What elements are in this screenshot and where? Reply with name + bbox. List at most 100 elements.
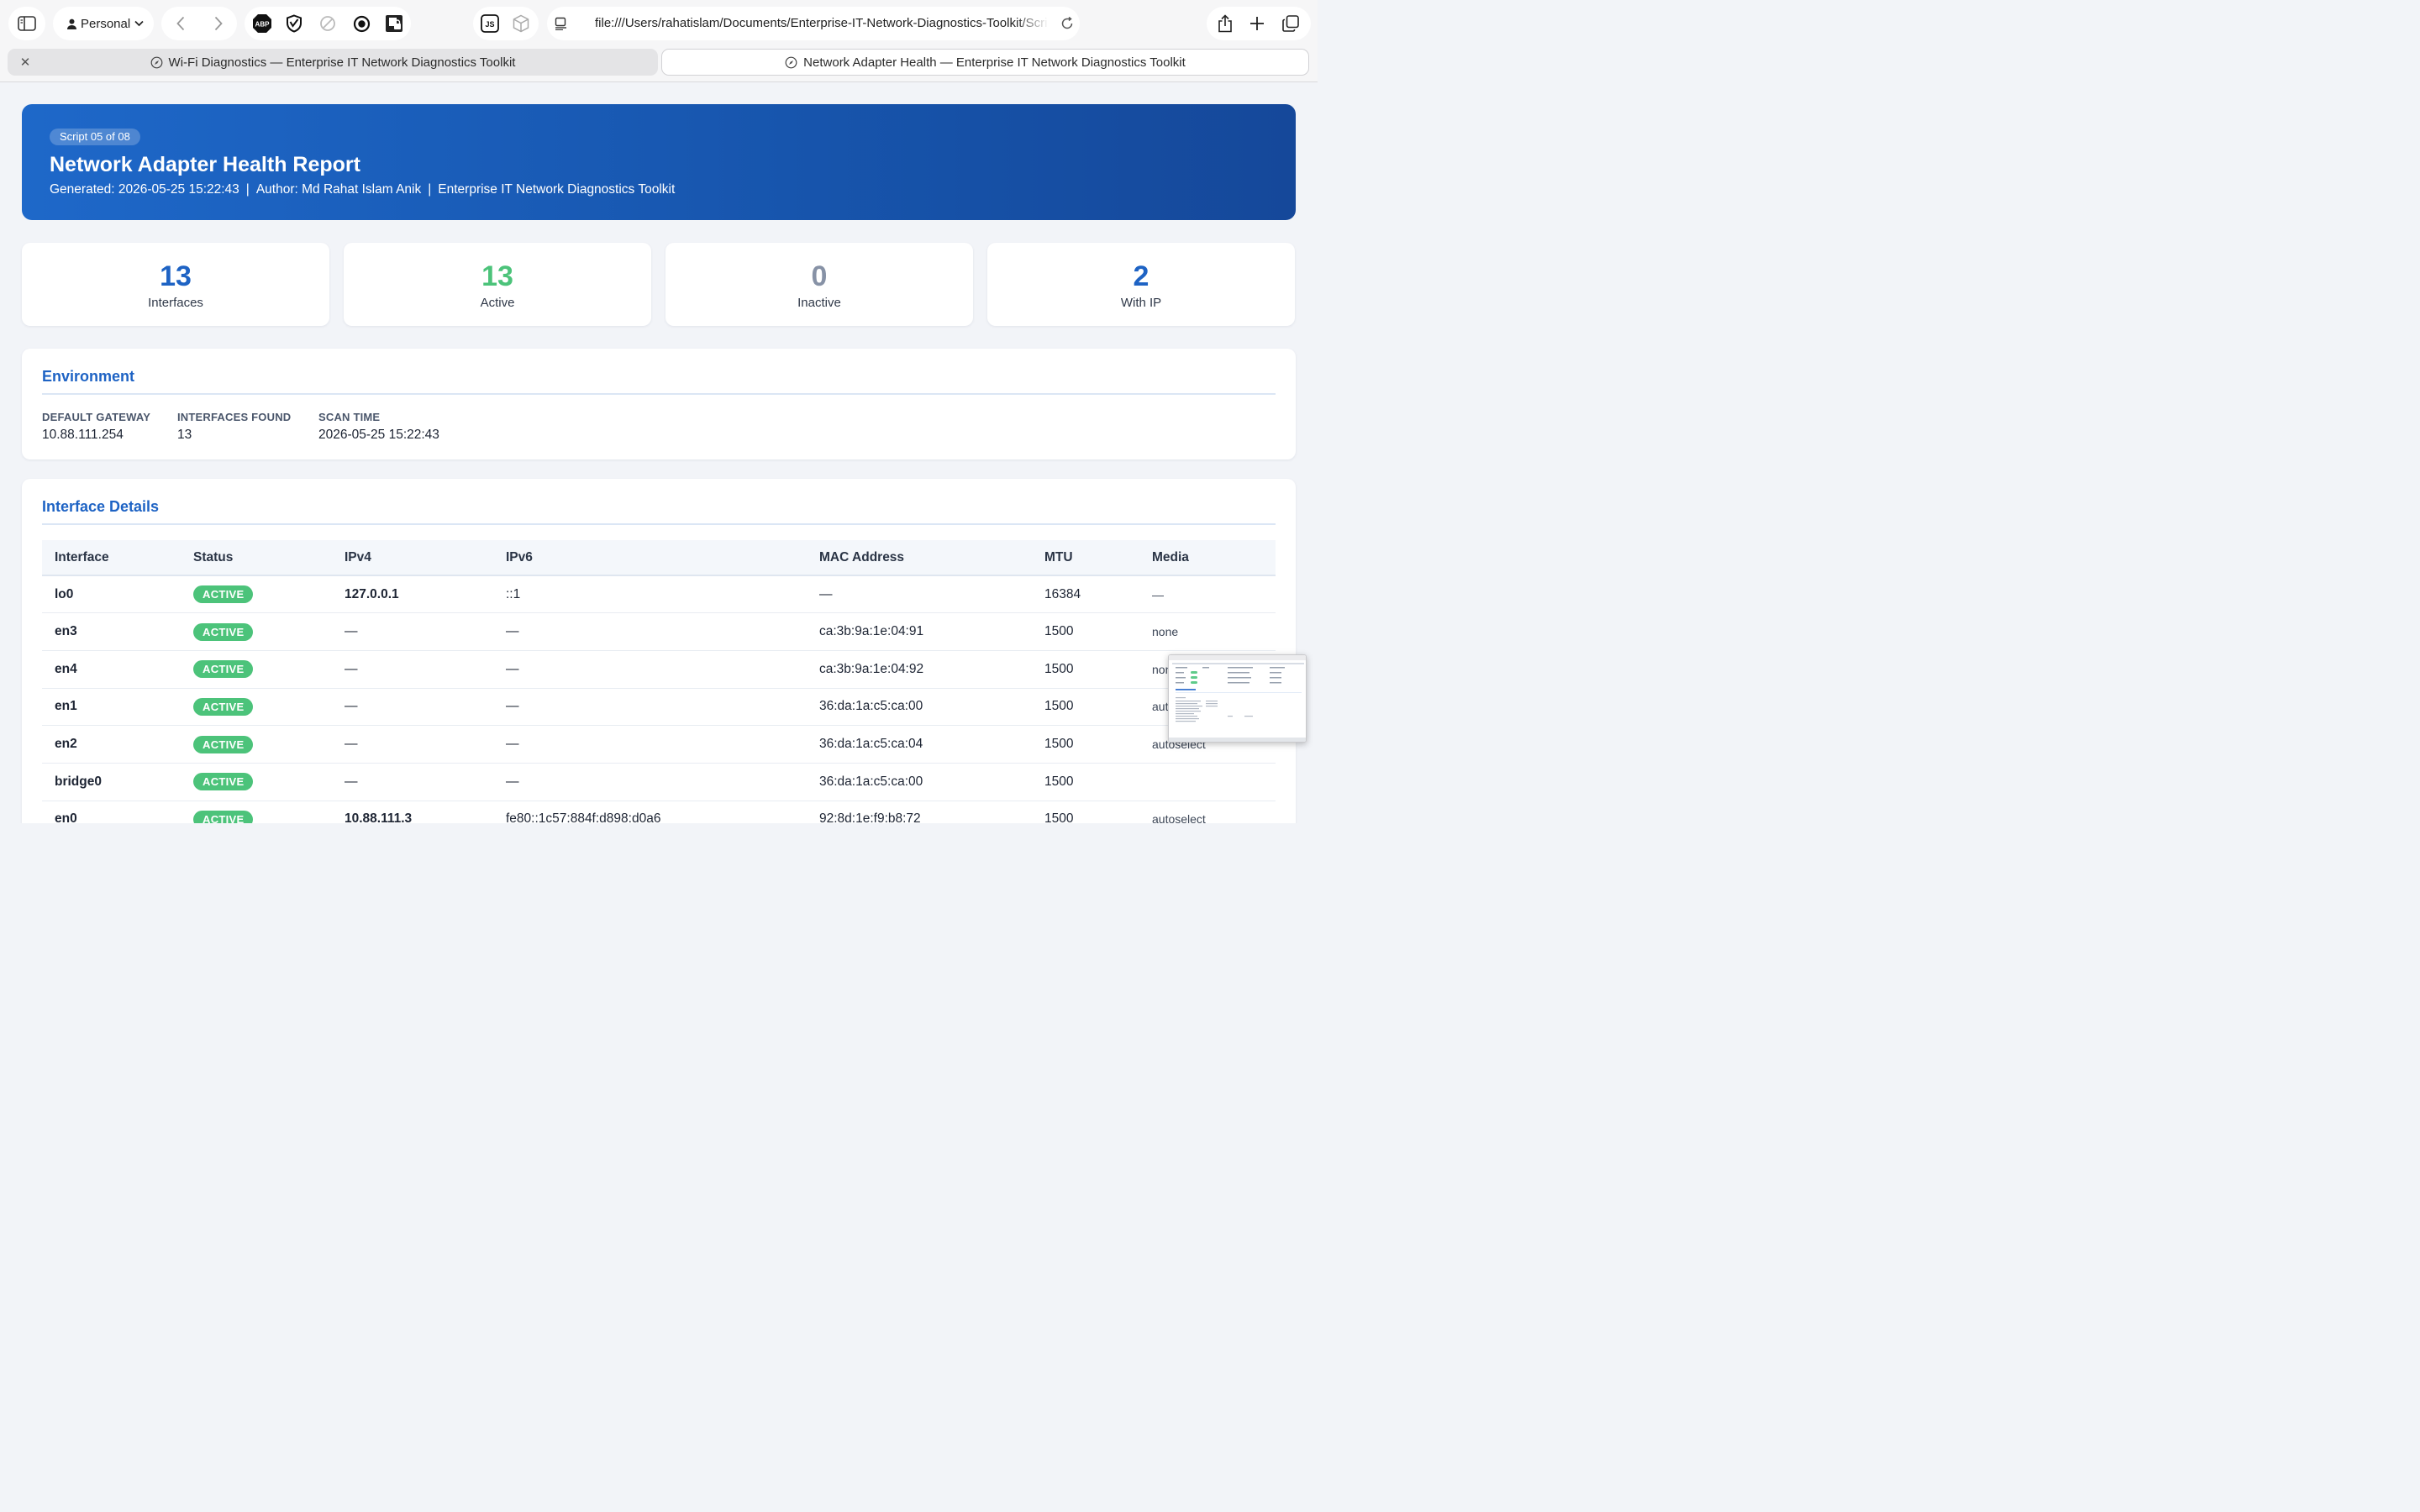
tabs-overview-button[interactable]: [1277, 10, 1304, 37]
sidebar-toggle-button[interactable]: [8, 7, 45, 40]
lock-extension-button[interactable]: [381, 10, 408, 37]
cell-status: ACTIVE: [181, 650, 332, 689]
status-badge: ACTIVE: [193, 810, 254, 823]
reader-icon: [555, 17, 566, 30]
env-value: 10.88.111.254: [42, 428, 124, 442]
interface-table: Interface Status IPv4 IPv6 MAC Address M…: [42, 540, 1276, 823]
adblock-icon: ABP: [253, 14, 271, 33]
cell-status: ACTIVE: [181, 688, 332, 727]
adblock-button[interactable]: ABP: [249, 10, 276, 37]
status-badge: ACTIVE: [193, 735, 254, 753]
cell-status: ACTIVE: [181, 763, 332, 801]
column-header[interactable]: MTU: [1032, 540, 1139, 576]
table-row: en4 ACTIVE — — ca:3b:9a:1e:04:92 1500 no…: [42, 650, 1276, 689]
share-button[interactable]: [1212, 10, 1239, 37]
shield-extension-button[interactable]: [281, 10, 308, 37]
status-badge: ACTIVE: [193, 622, 254, 641]
browser-chrome: Personal ABP JS file:///Users/rahatislam…: [0, 0, 1318, 82]
cell-ipv6: —: [493, 612, 807, 651]
extensions-group: ABP: [245, 7, 411, 40]
forward-button[interactable]: [199, 16, 237, 31]
lock-icon: [386, 15, 402, 32]
cell-ipv4: 127.0.0.1: [332, 575, 493, 614]
record-extension-button[interactable]: [348, 10, 375, 37]
cell-status: ACTIVE: [181, 725, 332, 764]
close-tab-button[interactable]: ✕: [18, 55, 33, 70]
table-header-row: Interface Status IPv4 IPv6 MAC Address M…: [42, 540, 1276, 576]
env-interfaces-found: INTERFACES FOUND 13: [177, 411, 291, 443]
cell-mtu: 1500: [1032, 688, 1139, 727]
section-title: Environment: [42, 368, 135, 385]
stat-card-interfaces: 13 Interfaces: [22, 243, 329, 326]
report-page: Script 05 of 08 Network Adapter Health R…: [0, 82, 1318, 823]
cell-ipv6: —: [493, 688, 807, 727]
stat-card-inactive: 0 Inactive: [666, 243, 973, 326]
cell-ipv4: —: [332, 650, 493, 689]
column-header[interactable]: IPv4: [332, 540, 493, 576]
url-text: file:///Users/rahatislam/Documents/Enter…: [595, 16, 1049, 30]
new-tab-button[interactable]: [1244, 10, 1270, 37]
profile-button[interactable]: Personal: [53, 7, 154, 40]
toolkit-text: Enterprise IT Network Diagnostics Toolki…: [438, 182, 676, 197]
column-header[interactable]: Status: [181, 540, 332, 576]
record-icon: [353, 15, 370, 32]
disabled-extension-button[interactable]: [314, 10, 341, 37]
cell-interface: bridge0: [42, 763, 181, 801]
window-actions-group: [1207, 7, 1311, 40]
section-divider: [42, 523, 1276, 525]
javascript-toggle-button[interactable]: JS: [476, 10, 503, 37]
cell-interface: lo0: [42, 575, 181, 614]
stat-label: Active: [480, 296, 515, 310]
stat-card-active: 13 Active: [344, 243, 651, 326]
cell-ipv4: —: [332, 725, 493, 764]
cell-ipv6: —: [493, 725, 807, 764]
stat-value: 13: [160, 260, 192, 292]
stat-value: 0: [811, 260, 828, 292]
js-icon: JS: [481, 14, 499, 33]
cell-interface: en0: [42, 801, 181, 823]
cell-ipv6: fe80::1c57:884f:d898:d0a6: [493, 801, 807, 823]
disabled-icon: [320, 16, 335, 31]
stat-label: With IP: [1120, 296, 1162, 310]
back-icon: [176, 16, 184, 31]
cell-mtu: 1500: [1032, 763, 1139, 801]
person-icon: [67, 18, 76, 29]
cell-ipv6: —: [493, 650, 807, 689]
sidebar-icon: [18, 16, 36, 31]
cell-mac: —: [807, 575, 1032, 614]
column-header[interactable]: IPv6: [493, 540, 807, 576]
status-badge: ACTIVE: [193, 697, 254, 716]
cell-mtu: 1500: [1032, 650, 1139, 689]
stat-value: 13: [481, 260, 513, 292]
reload-icon[interactable]: [1060, 17, 1074, 30]
tab-network-adapter-health[interactable]: Network Adapter Health — Enterprise IT N…: [661, 49, 1309, 76]
thumbnail-preview-image: [1169, 655, 1306, 742]
section-title: Interface Details: [42, 498, 160, 515]
table-row: bridge0 ACTIVE — — 36:da:1a:c5:ca:00 150…: [42, 763, 1276, 801]
column-header[interactable]: Media: [1139, 540, 1276, 576]
status-badge: ACTIVE: [193, 773, 254, 791]
cell-mtu: 1500: [1032, 612, 1139, 651]
cube-extension-button[interactable]: [508, 10, 534, 37]
env-key: DEFAULT GATEWAY: [42, 411, 151, 423]
meta-separator: |: [245, 182, 250, 197]
cell-mac: ca:3b:9a:1e:04:91: [807, 612, 1032, 651]
env-value: 13: [177, 428, 192, 442]
svg-text:ABP: ABP: [255, 21, 271, 29]
report-header: Script 05 of 08 Network Adapter Health R…: [22, 104, 1296, 220]
cell-interface: en4: [42, 650, 181, 689]
environment-card: Environment DEFAULT GATEWAY 10.88.111.25…: [22, 349, 1296, 459]
cell-interface: en2: [42, 725, 181, 764]
screenshot-thumbnail[interactable]: [1168, 654, 1307, 743]
tab-title: Wi-Fi Diagnostics — Enterprise IT Networ…: [168, 55, 516, 70]
column-header[interactable]: MAC Address: [807, 540, 1032, 576]
share-icon: [1218, 14, 1232, 33]
stat-card-with-ip: 2 With IP: [987, 243, 1295, 326]
back-button[interactable]: [161, 16, 199, 31]
compass-icon: [785, 56, 797, 68]
env-scan-time: SCAN TIME 2026-05-25 15:22:43: [318, 411, 439, 443]
tab-wifi-diagnostics[interactable]: Wi-Fi Diagnostics — Enterprise IT Networ…: [8, 49, 658, 76]
env-default-gateway: DEFAULT GATEWAY 10.88.111.254: [42, 411, 150, 443]
column-header[interactable]: Interface: [42, 540, 181, 576]
stat-label: Interfaces: [148, 296, 203, 310]
